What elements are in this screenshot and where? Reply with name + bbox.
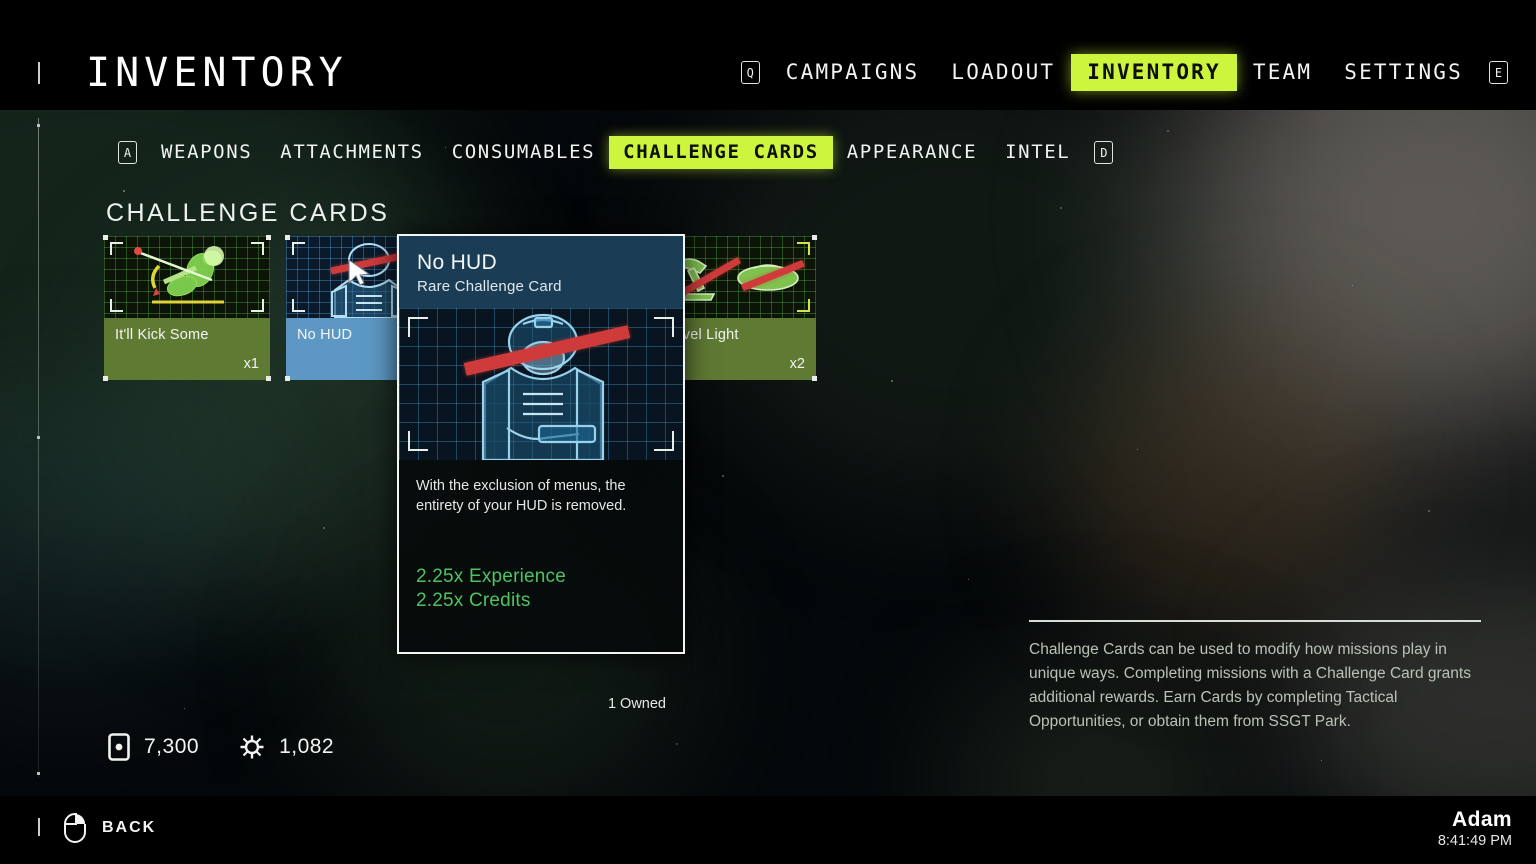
card-corner (285, 376, 290, 381)
tab-challenge-cards[interactable]: CHALLENGE CARDS (609, 136, 833, 169)
username: Adam (1452, 808, 1512, 831)
current-time: 8:41:49 PM (1437, 833, 1512, 849)
main-navigation: Q CAMPAIGNS LOADOUT INVENTORY TEAM SETTI… (731, 54, 1518, 91)
nav-item-loadout[interactable]: LOADOUT (935, 54, 1071, 91)
currency-cards: 7,300 (108, 733, 199, 761)
tooltip-description: With the exclusion of menus, the entiret… (416, 478, 627, 514)
card-quantity: x1 (243, 356, 259, 372)
requisition-icon (240, 735, 264, 759)
key-hint-a[interactable]: A (118, 141, 137, 164)
bottom-bar: BACK Adam 8:41:49 PM (0, 796, 1536, 864)
card-detail-tooltip: No HUD Rare Challenge Card With the excl… (397, 234, 685, 712)
key-hint-e[interactable]: E (1489, 61, 1508, 84)
card-corner (285, 235, 290, 240)
currency-requisition: 1,082 (239, 734, 334, 760)
nav-item-team[interactable]: TEAM (1237, 54, 1328, 91)
card-name: It'll Kick Some (115, 327, 209, 343)
page-title: INVENTORY (86, 50, 348, 96)
rail-dot (37, 772, 40, 775)
card-corner (812, 235, 817, 240)
key-hint-q[interactable]: Q (740, 61, 760, 84)
footer-edge-tick (38, 818, 40, 836)
tooltip-body: With the exclusion of menus, the entiret… (399, 460, 683, 726)
user-info: Adam 8:41:49 PM (1438, 808, 1512, 849)
nav-item-inventory[interactable]: INVENTORY (1071, 54, 1237, 91)
tab-consumables[interactable]: CONSUMABLES (438, 136, 609, 169)
tooltip-title: No HUD (417, 251, 497, 274)
top-header-bar: INVENTORY Q CAMPAIGNS LOADOUT INVENTORY … (0, 0, 1536, 110)
back-button[interactable]: BACK (63, 813, 156, 843)
card-token-icon (108, 733, 130, 761)
card-label: It'll Kick Some x1 (104, 318, 270, 380)
tooltip-owned-count: 1 Owned (607, 696, 666, 712)
section-heading: CHALLENGE CARDS (106, 199, 390, 227)
rail-dot (37, 124, 40, 127)
card-item[interactable]: It'll Kick Some x1 (103, 235, 271, 381)
sub-navigation: A WEAPONS ATTACHMENTS CONSUMABLES CHALLE… (108, 136, 1123, 169)
tooltip-artwork (399, 308, 683, 460)
nav-item-campaigns[interactable]: CAMPAIGNS (770, 54, 936, 91)
tooltip-rewards: 2.25x Experience 2.25x Credits (416, 565, 566, 614)
reward-credits: 2.25x Credits (416, 590, 531, 612)
rail-dot (37, 436, 40, 439)
tab-attachments[interactable]: ATTACHMENTS (266, 136, 437, 169)
left-rail-line (38, 118, 39, 778)
mouse-cursor-icon (348, 259, 371, 286)
currency-cards-value: 7,300 (144, 735, 200, 758)
currency-requisition-value: 1,082 (279, 735, 335, 758)
card-corner (812, 376, 817, 381)
key-hint-d[interactable]: D (1094, 141, 1114, 164)
header-edge-tick (38, 62, 40, 84)
currency-bar: 7,300 1,082 (108, 733, 334, 761)
back-button-label: BACK (102, 819, 157, 836)
tooltip-subtitle: Rare Challenge Card (417, 278, 562, 295)
reward-experience: 2.25x Experience (416, 566, 567, 587)
card-artwork (104, 236, 270, 318)
info-panel: Challenge Cards can be used to modify ho… (1029, 620, 1481, 734)
tab-intel[interactable]: INTEL (991, 136, 1084, 169)
info-divider (1029, 620, 1481, 622)
card-corner (266, 235, 271, 240)
tab-weapons[interactable]: WEAPONS (147, 136, 266, 169)
mouse-right-click-icon (63, 813, 86, 843)
card-quantity: x2 (789, 356, 805, 372)
card-corner (103, 376, 108, 381)
info-description: Challenge Cards can be used to modify ho… (1029, 641, 1471, 731)
tooltip-header: No HUD Rare Challenge Card (399, 236, 683, 308)
nav-item-settings[interactable]: SETTINGS (1328, 54, 1479, 91)
tab-appearance[interactable]: APPEARANCE (833, 136, 991, 169)
card-corner (266, 376, 271, 381)
card-corner (103, 235, 108, 240)
